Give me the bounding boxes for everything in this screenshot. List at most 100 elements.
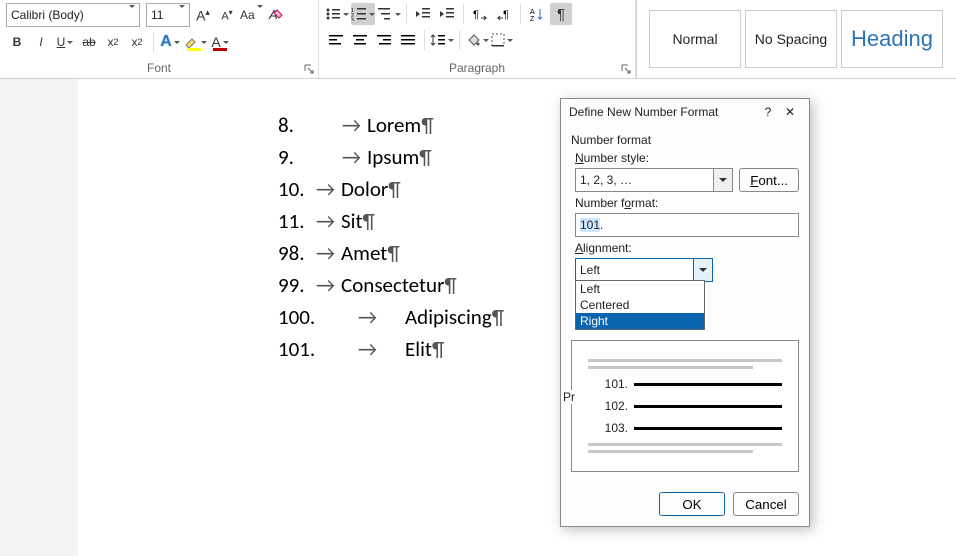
list-number: 100. <box>278 301 358 333</box>
list-number: 8. <box>278 109 342 141</box>
font-name-value: Calibri (Body) <box>11 8 84 22</box>
preview-num-3: 103. <box>588 421 628 435</box>
number-style-combo[interactable]: 1, 2, 3, … <box>575 168 733 192</box>
cancel-button[interactable]: Cancel <box>733 492 799 516</box>
italic-button[interactable]: I <box>30 31 52 53</box>
show-hide-button[interactable]: ¶ <box>550 3 572 25</box>
pilcrow-icon: ¶ <box>421 109 433 141</box>
change-case-button[interactable]: Aa <box>240 4 263 26</box>
align-left-button[interactable] <box>325 29 347 51</box>
rtl-button[interactable]: ¶ <box>493 3 515 25</box>
clear-formatting-button[interactable]: A <box>265 4 287 26</box>
list-number: 11. <box>278 205 316 237</box>
list-number: 10. <box>278 173 316 205</box>
multilevel-list-button[interactable] <box>377 3 401 25</box>
align-center-button[interactable] <box>349 29 371 51</box>
label-number-style: Number style: <box>575 151 799 165</box>
align-left-icon <box>328 34 344 46</box>
style-heading-label: Heading <box>851 26 933 52</box>
list-number: 99. <box>278 269 316 301</box>
group-paragraph: 123 ¶ ¶ AZ ¶ <box>319 0 636 78</box>
number-format-rest: . <box>600 218 603 232</box>
number-format-input[interactable]: 101. <box>575 213 799 237</box>
shrink-font-button[interactable]: A▾ <box>216 4 238 26</box>
strikethrough-button[interactable]: ab <box>78 31 100 53</box>
bullets-icon <box>325 7 341 21</box>
pilcrow-icon: ¶ <box>444 269 456 301</box>
dialog-close-button[interactable]: ✕ <box>779 105 801 119</box>
outdent-icon <box>415 7 431 21</box>
dialog-titlebar: Define New Number Format ? ✕ <box>561 99 809 125</box>
pilcrow-icon: ¶ <box>419 141 431 173</box>
alignment-option-left[interactable]: Left <box>576 281 704 297</box>
style-normal[interactable]: Normal <box>649 10 741 68</box>
list-text: Ipsum <box>367 141 419 173</box>
group-font: Calibri (Body) 11 A▴ A▾ Aa A B I U ab x2… <box>0 0 319 78</box>
ribbon: Calibri (Body) 11 A▴ A▾ Aa A B I U ab x2… <box>0 0 956 79</box>
list-text: Lorem <box>367 109 421 141</box>
style-heading[interactable]: Heading <box>841 10 943 68</box>
list-text: Sit <box>341 205 363 237</box>
tab-arrow-icon: → <box>316 269 335 301</box>
pilcrow-icon: ¶ <box>432 333 444 365</box>
numbering-button[interactable]: 123 <box>351 3 375 25</box>
font-size-value: 11 <box>151 8 163 22</box>
dialog-help-button[interactable]: ? <box>757 105 779 119</box>
indent-icon <box>439 7 455 21</box>
style-no-spacing-label: No Spacing <box>755 31 827 47</box>
font-size-combo[interactable]: 11 <box>146 3 190 27</box>
alignment-option-centered[interactable]: Centered <box>576 297 704 313</box>
justify-button[interactable] <box>397 29 419 51</box>
font-dialog-launcher-icon[interactable] <box>304 64 314 74</box>
shading-button[interactable] <box>465 29 489 51</box>
tab-arrow-icon: → <box>358 333 377 365</box>
group-paragraph-label: Paragraph <box>449 61 505 75</box>
align-right-button[interactable] <box>373 29 395 51</box>
superscript-button[interactable]: x2 <box>126 31 148 53</box>
font-color-button[interactable]: A <box>209 31 231 53</box>
preview-label-clipped: Pr <box>562 390 576 404</box>
svg-text:¶: ¶ <box>503 9 509 21</box>
label-alignment: Alignment: <box>575 241 799 255</box>
paragraph-dialog-launcher-icon[interactable] <box>621 64 631 74</box>
style-no-spacing[interactable]: No Spacing <box>745 10 837 68</box>
grow-font-button[interactable]: A▴ <box>192 4 214 26</box>
sort-button[interactable]: AZ <box>526 3 548 25</box>
document-page[interactable]: 8.→Lorem¶9.→Ipsum¶10.→Dolor¶11.→Sit¶98.→… <box>78 79 956 556</box>
numbering-icon: 123 <box>351 7 367 21</box>
page-gutter <box>0 79 78 556</box>
styles-gallery: Normal No Spacing Heading <box>636 0 956 78</box>
subscript-button[interactable]: x2 <box>102 31 124 53</box>
ok-button[interactable]: OK <box>659 492 725 516</box>
sort-icon: AZ <box>530 7 544 21</box>
pilcrow-icon: ¶ <box>388 173 400 205</box>
decrease-indent-button[interactable] <box>412 3 434 25</box>
alignment-option-right[interactable]: Right <box>576 313 704 329</box>
font-button[interactable]: Font... <box>739 168 799 192</box>
underline-button[interactable]: U <box>54 31 76 53</box>
borders-button[interactable] <box>491 29 513 51</box>
line-spacing-button[interactable] <box>430 29 454 51</box>
font-name-combo[interactable]: Calibri (Body) <box>6 3 140 27</box>
workspace: 8.→Lorem¶9.→Ipsum¶10.→Dolor¶11.→Sit¶98.→… <box>0 79 956 556</box>
bold-button[interactable]: B <box>6 31 28 53</box>
section-number-format: Number format <box>571 133 799 147</box>
list-text: Consectetur <box>341 269 444 301</box>
increase-indent-button[interactable] <box>436 3 458 25</box>
svg-text:Z: Z <box>530 16 535 21</box>
bullets-button[interactable] <box>325 3 349 25</box>
number-format-selected: 101 <box>580 218 600 232</box>
highlight-button[interactable] <box>183 31 207 53</box>
ltr-button[interactable]: ¶ <box>469 3 491 25</box>
dialog-title: Define New Number Format <box>569 105 757 119</box>
text-effects-button[interactable]: A <box>159 31 181 53</box>
ltr-icon: ¶ <box>473 7 487 21</box>
alignment-combo[interactable]: Left <box>575 258 713 282</box>
pilcrow-icon: ¶ <box>492 301 504 333</box>
list-text: Adipiscing <box>405 301 492 333</box>
tab-arrow-icon: → <box>342 141 361 173</box>
number-style-value: 1, 2, 3, … <box>580 173 632 187</box>
style-normal-label: Normal <box>672 31 717 47</box>
tab-arrow-icon: → <box>316 237 335 269</box>
list-text: Elit <box>405 333 432 365</box>
